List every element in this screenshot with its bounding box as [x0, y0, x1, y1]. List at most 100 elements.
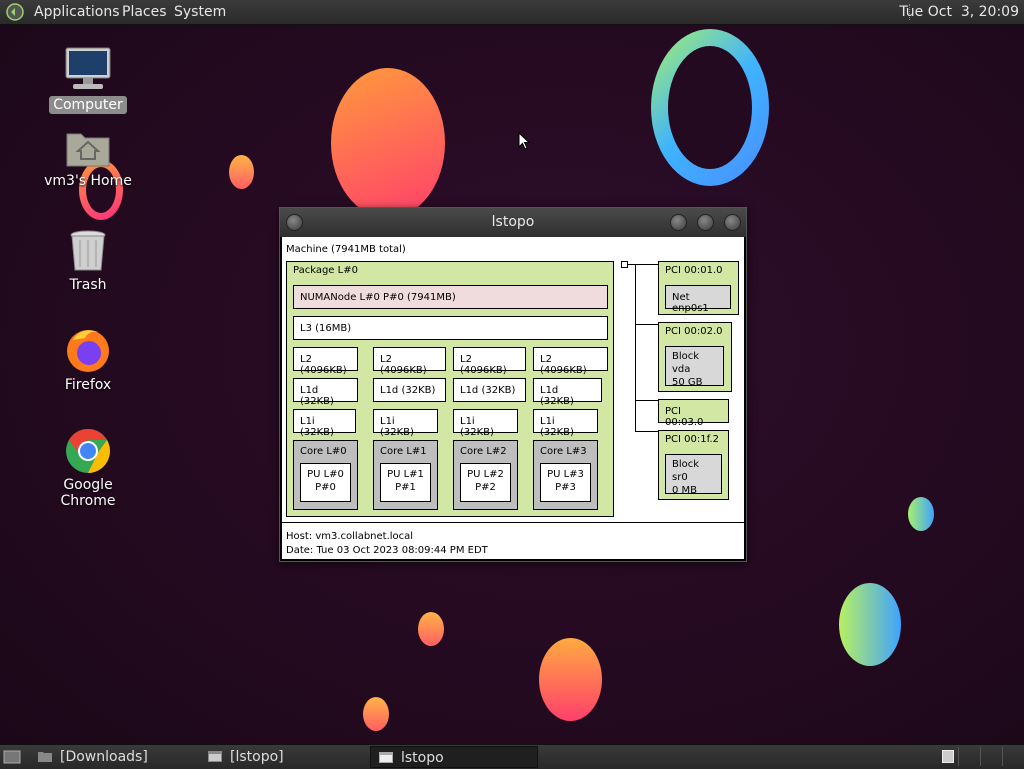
numa-node-label: NUMANode L#0 P#0 (7941MB) [300, 292, 456, 303]
l2-cache-box: L2 (4096KB) [293, 347, 358, 376]
numa-node-box: NUMANode L#0 P#0 (7941MB) [293, 285, 608, 309]
desktop-icon-label: Google Chrome [60, 477, 116, 509]
l1d-label: L1d (32KB) [380, 385, 436, 396]
workspace-1[interactable] [942, 750, 954, 763]
pci-label: PCI 00:02.0 [665, 326, 723, 337]
core-label: Core L#2 [460, 446, 507, 457]
workspace-3[interactable] [980, 747, 1001, 766]
taskbar-item-downloads[interactable]: [Downloads] [30, 746, 198, 768]
bubble-decoration [229, 155, 254, 189]
l1d-label: L1d (32KB) [300, 385, 334, 407]
bottom-panel: [Downloads] [lstopo] lstopo [0, 744, 1024, 769]
pu-box: PU L#2 P#2 [460, 463, 511, 502]
pu-label: PU L#1 [387, 469, 424, 480]
show-desktop-icon[interactable] [3, 749, 21, 765]
bubble-decoration [363, 697, 389, 731]
bubble-decoration [908, 497, 934, 531]
l1d-cache-box: L1d (32KB) [533, 378, 602, 407]
taskbar-item-lstopo-2[interactable]: lstopo [370, 746, 538, 768]
window-icon [208, 751, 222, 762]
lstopo-window: lstopo Machine (7941MB total) Package L#… [279, 207, 747, 562]
menu-applications[interactable]: Applications [34, 4, 120, 20]
pu-index-label: P#0 [315, 482, 336, 493]
workspace-4[interactable] [1002, 747, 1023, 766]
taskbar-label: [lstopo] [230, 749, 284, 765]
l3-cache-box: L3 (16MB) [293, 316, 608, 340]
l1i-label: L1i (32KB) [300, 416, 334, 438]
bubble-decoration [331, 68, 445, 218]
pci-label: PCI 00:01.0 [665, 265, 723, 276]
l1d-cache-box: L1d (32KB) [373, 378, 446, 402]
desktop-icon-label: Firefox [64, 377, 112, 393]
pci-label: PCI 00:1f.2 [665, 434, 719, 445]
pu-label: PU L#3 [547, 469, 584, 480]
host-info: Host: vm3.collabnet.local Date: Tue 03 O… [286, 530, 488, 558]
desktop-icon-chrome[interactable]: Google Chrome [33, 426, 143, 510]
connector-line [635, 324, 658, 325]
desktop-icon-home[interactable]: vm3's Home [33, 128, 143, 190]
mouse-cursor-icon [518, 132, 530, 150]
pci-child-size: 50 GB [672, 377, 703, 388]
taskbar-item-lstopo-1[interactable]: [lstopo] [200, 746, 368, 768]
window-icon [379, 752, 393, 763]
clock[interactable]: Tue Oct 3, 20:09 [899, 4, 1019, 20]
menu-places[interactable]: Places [122, 4, 167, 20]
l1i-label: L1i (32KB) [460, 416, 494, 438]
desktop-icon-firefox[interactable]: Firefox [33, 326, 143, 394]
pci-child-size: 0 MB [672, 485, 698, 496]
l1d-cache-box: L1d (32KB) [453, 378, 526, 402]
ring-decoration [651, 29, 769, 186]
workspace-2[interactable] [958, 747, 979, 766]
connector-line [635, 431, 658, 432]
desktop-icon-computer[interactable]: Computer [33, 46, 143, 114]
l2-label: L2 (4096KB) [300, 354, 347, 376]
connector-line [635, 264, 636, 432]
trash-icon [70, 230, 106, 271]
minimize-button[interactable] [670, 214, 687, 231]
desktop-icon-trash[interactable]: Trash [33, 228, 143, 294]
computer-icon [65, 47, 111, 89]
firefox-icon [67, 330, 109, 372]
pci-label: PCI 00:03.0 [665, 406, 704, 428]
l1d-label: L1d (32KB) [540, 385, 574, 407]
menu-system[interactable]: System [174, 4, 226, 20]
l1d-label: L1d (32KB) [460, 385, 516, 396]
l2-cache-box: L2 (4096KB) [373, 347, 446, 376]
connector-line [635, 400, 658, 401]
pci-child-box: Block vda 50 GB [665, 346, 724, 388]
l1i-cache-box: L1i (32KB) [293, 409, 356, 438]
home-folder-icon [66, 133, 110, 167]
desktop-icon-label: Trash [69, 277, 107, 293]
pu-box: PU L#3 P#3 [540, 463, 591, 502]
l3-label: L3 (16MB) [300, 323, 352, 334]
pu-index-label: P#2 [475, 482, 496, 493]
window-titlebar[interactable]: lstopo [280, 208, 746, 237]
taskbar-label: [Downloads] [60, 749, 148, 765]
pu-label: PU L#0 [307, 469, 344, 480]
connector-line [628, 264, 658, 265]
l2-label: L2 (4096KB) [380, 354, 427, 376]
date-label: Date: Tue 03 Oct 2023 08:09:44 PM EDT [286, 545, 488, 556]
l1i-label: L1i (32KB) [380, 416, 414, 438]
l2-label: L2 (4096KB) [460, 354, 507, 376]
pci-child-label: Block sr0 [672, 459, 700, 483]
l1i-cache-box: L1i (32KB) [453, 409, 518, 438]
bubble-decoration [539, 638, 602, 721]
close-button[interactable] [724, 214, 741, 231]
mate-logo-icon[interactable] [6, 3, 24, 21]
desktop-icon-label: vm3's Home [44, 173, 132, 189]
chrome-icon [66, 429, 110, 473]
l1i-cache-box: L1i (32KB) [373, 409, 438, 438]
folder-icon [38, 752, 52, 762]
l1i-cache-box: L1i (32KB) [533, 409, 598, 438]
maximize-button[interactable] [697, 214, 714, 231]
pci-device-box: PCI 00:03.0 [658, 399, 729, 428]
l2-label: L2 (4096KB) [540, 354, 587, 376]
machine-label: Machine (7941MB total) [286, 244, 406, 255]
l1i-label: L1i (32KB) [540, 416, 574, 438]
divider [282, 522, 744, 523]
host-label: Host: vm3.collabnet.local [286, 531, 414, 542]
topology-canvas: Machine (7941MB total) Package L#0 NUMAN… [282, 237, 744, 559]
pci-child-box: Block sr0 0 MB [665, 454, 722, 496]
pu-box: PU L#0 P#0 [300, 463, 351, 502]
